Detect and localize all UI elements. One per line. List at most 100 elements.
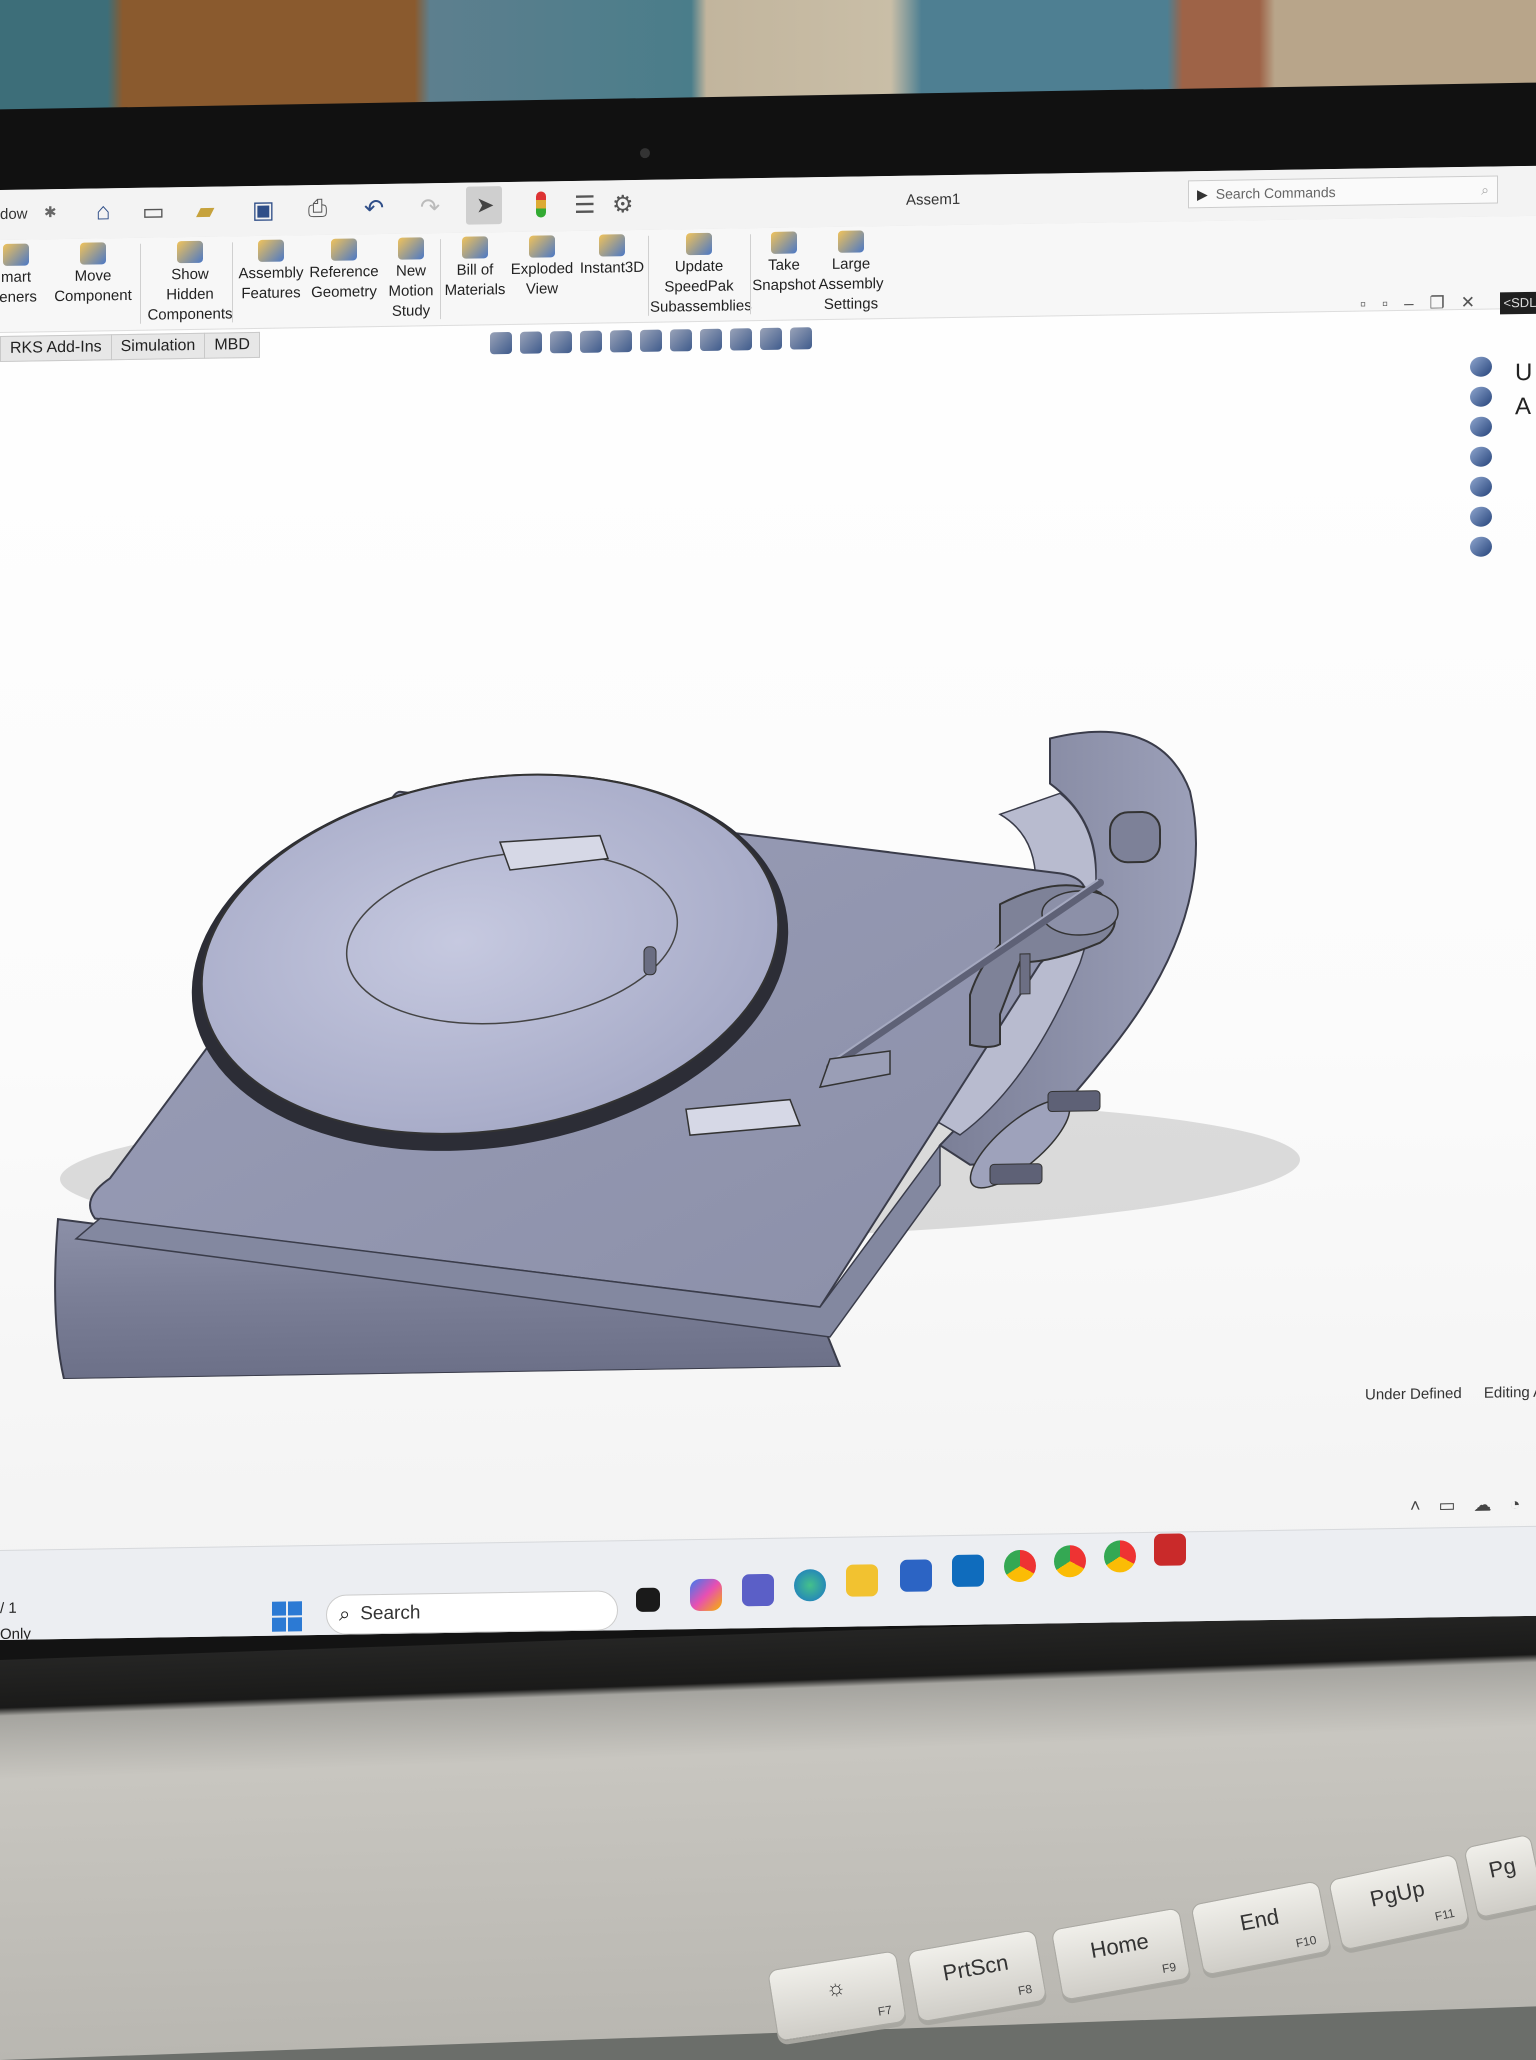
select-tool-button[interactable]: ➤ [466,186,502,225]
windows-start-icon[interactable] [272,1601,302,1632]
tile-icon[interactable]: ▫ [1360,295,1366,315]
minimize-icon[interactable]: – [1404,294,1413,314]
undo-icon[interactable]: ↶ [364,194,384,223]
search-icon: ⌕ [339,1602,351,1626]
motion-study-icon [398,237,424,260]
restore-icon[interactable]: ❐ [1430,293,1445,313]
large-assembly-settings-button[interactable]: Large Assembly Settings [818,230,884,315]
display-style-icon[interactable] [670,329,692,352]
solidworks-icon[interactable] [1154,1533,1186,1566]
status-editing-mode: Editing Ass [1483,1383,1536,1402]
cursor-icon: ➤ [476,192,495,218]
new-motion-study-button[interactable]: New Motion Study [384,237,438,322]
task-pane-strip [1470,356,1500,557]
store-icon[interactable] [900,1559,932,1592]
tab-addins[interactable]: RKS Add-Ins [0,334,112,362]
chevron-up-icon[interactable]: ˄ [1410,1496,1421,1517]
teams-icon[interactable] [742,1573,774,1607]
instant3d-button[interactable]: Instant3D [578,234,646,279]
start-tile [288,1601,302,1616]
file-explorer-icon[interactable] [1470,446,1492,467]
counterweight[interactable] [1109,811,1161,864]
view-orientation-icon[interactable] [640,329,662,352]
save-icon[interactable]: ▣ [252,196,275,225]
cascade-icon[interactable]: ▫ [1382,294,1388,314]
page-indicator: / 1 [0,1599,17,1617]
redo-icon[interactable]: ↷ [420,193,440,222]
reference-geometry-button[interactable]: Reference Geometry [308,238,380,303]
ribbon-label: Update SpeedPak Subassemblies [650,257,752,316]
turntable-3d-model[interactable] [40,537,1460,1380]
apply-scene-icon[interactable] [760,327,782,351]
file-explorer-icon[interactable] [846,1564,878,1597]
wifi-icon[interactable]: ◔ [1510,1494,1521,1515]
key-fn-label: F9 [1161,1959,1178,1976]
custom-properties-icon[interactable] [1470,536,1492,557]
edit-appearance-icon[interactable] [730,328,752,351]
new-document-icon[interactable]: ▭ [142,197,165,226]
status-bar: Under Defined Editing Ass [1365,1383,1536,1404]
zoom-area-icon[interactable] [520,331,542,354]
section-view-icon[interactable] [580,330,602,353]
view-settings-icon[interactable] [790,327,812,350]
print-icon[interactable]: ⎙ [308,195,327,223]
ribbon-separator [440,239,441,320]
previous-view-icon[interactable] [550,331,572,354]
show-hidden-components-button[interactable]: Show Hidden Components [142,240,238,326]
command-manager-tab[interactable]: <SDL [1500,291,1536,315]
pin-icon[interactable]: ✱ [44,203,57,221]
take-snapshot-button[interactable]: Take Snapshot [752,231,816,296]
camera-icon [771,231,797,254]
ribbon-label: Instant3D [579,258,645,277]
taskbar-search-box[interactable]: ⌕ Search [326,1590,618,1635]
ribbon-label: Take Snapshot [752,256,816,295]
ribbon-label: Exploded View [510,259,574,298]
options-gear-icon[interactable]: ⚙ [612,190,634,219]
design-library-icon[interactable] [1470,416,1492,437]
tab-simulation[interactable]: Simulation [110,332,206,361]
home-icon[interactable]: ⌂ [96,198,111,226]
key-fn-label: F10 [1294,1932,1318,1951]
task-pane-text: U A [1515,356,1532,424]
speedpak-icon [686,232,712,256]
menu-window-fragment[interactable]: dow [0,206,28,223]
move-component-button[interactable]: Move Component [50,242,136,307]
show-hidden-icon [177,240,203,264]
task-pane-line: A [1515,392,1532,421]
smart-fasteners-button[interactable]: mart teners [0,243,48,308]
ribbon-separator [648,235,649,316]
outlook-icon[interactable] [952,1554,984,1588]
close-icon[interactable]: ✕ [1461,293,1475,313]
open-folder-icon[interactable]: ▰ [196,197,214,226]
start-tile [272,1617,286,1632]
exploded-view-button[interactable]: Exploded View [510,235,574,300]
key-label: Pg [1486,1852,1518,1883]
copilot-icon[interactable] [690,1578,722,1612]
search-commands-input[interactable]: ▶ Search Commands ⌕ [1188,175,1498,209]
rebuild-traffic-light-icon[interactable] [536,191,546,218]
taskbar-search-label: Search [360,1602,421,1625]
display-icon[interactable]: ▭ [1439,1495,1456,1516]
dynamic-annotation-icon[interactable] [610,330,632,353]
task-view-icon[interactable] [636,1587,660,1613]
ribbon-separator [750,234,751,315]
start-switch[interactable] [989,1163,1043,1185]
tab-mbd[interactable]: MBD [204,331,260,359]
appearances-icon[interactable] [1470,506,1492,527]
assembly-features-button[interactable]: Assembly Features [236,239,306,304]
system-tray: ˄ ▭ ☁ ◔ [1410,1494,1520,1517]
update-speedpak-button[interactable]: Update SpeedPak Subassemblies [650,232,752,318]
speed-switch[interactable] [1047,1090,1101,1112]
cloud-icon[interactable]: ☁ [1474,1495,1492,1516]
home-pane-icon[interactable] [1470,386,1492,407]
spindle [643,946,657,976]
key-fn-label: F7 [876,2002,893,2019]
hide-show-items-icon[interactable] [700,328,722,352]
key-fn-label: F8 [1017,1981,1034,1998]
file-properties-icon[interactable]: ☰ [574,191,596,220]
solidworks-resources-icon[interactable] [1470,356,1492,377]
zoom-to-fit-icon[interactable] [490,331,512,355]
command-prompt-icon: ▶ [1197,185,1208,202]
bill-of-materials-button[interactable]: Bill of Materials [442,236,508,301]
view-palette-icon[interactable] [1470,476,1492,497]
